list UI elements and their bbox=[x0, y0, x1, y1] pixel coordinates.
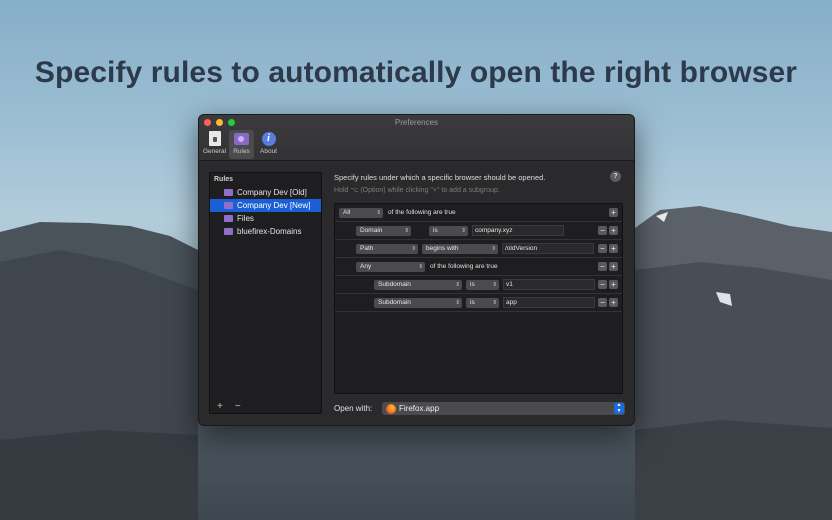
rules-icon bbox=[234, 131, 249, 146]
folder-icon bbox=[224, 215, 233, 222]
tab-rules[interactable]: Rules bbox=[229, 130, 254, 159]
sidebar-item-company-dev-new[interactable]: Company Dev [New] bbox=[210, 199, 321, 212]
row-controls: − + bbox=[598, 226, 618, 235]
remove-condition-button[interactable]: − bbox=[598, 280, 607, 289]
chevron-updown-icon: ⇕ bbox=[376, 209, 381, 216]
folder-icon bbox=[224, 189, 233, 196]
row-controls: − + bbox=[598, 298, 618, 307]
add-condition-button[interactable]: + bbox=[609, 208, 618, 217]
value-input[interactable]: /oldVersion bbox=[502, 243, 594, 254]
field-select[interactable]: Subdomain ⇕ bbox=[374, 279, 462, 290]
browser-select[interactable]: Firefox.app ▲ ▼ bbox=[382, 402, 625, 415]
tab-label: About bbox=[260, 148, 277, 155]
chevron-updown-icon: ⇕ bbox=[411, 245, 416, 252]
group-match-select[interactable]: Any ⇕ bbox=[356, 261, 425, 272]
sidebar-item-company-dev-old[interactable]: Company Dev [Old] bbox=[210, 186, 321, 199]
row-controls: + bbox=[609, 208, 618, 217]
add-condition-button[interactable]: + bbox=[609, 262, 618, 271]
tab-label: General bbox=[202, 148, 227, 155]
sidebar-item-label: bluefirex-Domains bbox=[237, 227, 302, 236]
match-suffix: of the following are true bbox=[388, 209, 456, 216]
folder-icon bbox=[224, 228, 233, 235]
rule-row-subdomain-app: Subdomain ⇕ is ⇕ app − + bbox=[335, 294, 622, 312]
description-text: Specify rules under which a specific bro… bbox=[334, 173, 546, 182]
rule-row-domain: Domain ⇕ is ⇕ company.xyz − + bbox=[335, 222, 622, 240]
chevron-updown-icon: ▲ ▼ bbox=[614, 402, 624, 414]
sidebar-footer: + − bbox=[210, 400, 321, 413]
chevron-updown-icon: ⇕ bbox=[404, 227, 409, 234]
sidebar-item-files[interactable]: Files bbox=[210, 212, 321, 225]
tab-label: Rules bbox=[233, 148, 250, 155]
remove-rule-button[interactable]: − bbox=[235, 401, 241, 412]
remove-condition-button[interactable]: − bbox=[598, 226, 607, 235]
chevron-updown-icon: ⇕ bbox=[492, 299, 497, 306]
description-hint: Hold ⌥ (Option) while clicking "+" to ad… bbox=[334, 187, 500, 194]
remove-condition-button[interactable]: − bbox=[598, 262, 607, 271]
window-title: Preferences bbox=[394, 118, 439, 127]
add-condition-button[interactable]: + bbox=[609, 280, 618, 289]
chevron-updown-icon: ⇕ bbox=[418, 263, 423, 270]
value-input[interactable]: company.xyz bbox=[472, 225, 564, 236]
value-input[interactable]: app bbox=[503, 297, 595, 308]
operator-select[interactable]: is ⇕ bbox=[429, 225, 468, 236]
headline: Specify rules to automatically open the … bbox=[34, 56, 798, 89]
rule-group-row: Any ⇕ of the following are true − + bbox=[335, 258, 622, 276]
group-match-suffix: of the following are true bbox=[430, 263, 498, 270]
match-select[interactable]: All ⇕ bbox=[339, 207, 383, 218]
general-icon bbox=[207, 131, 222, 146]
row-controls: − + bbox=[598, 280, 618, 289]
rule-row-subdomain-v1: Subdomain ⇕ is ⇕ v1 − + bbox=[335, 276, 622, 294]
sidebar-item-label: Company Dev [New] bbox=[237, 201, 311, 210]
field-select[interactable]: Domain ⇕ bbox=[356, 225, 411, 236]
preferences-toolbar: General Rules i About bbox=[202, 130, 281, 159]
operator-select[interactable]: begins with ⇕ bbox=[422, 243, 498, 254]
chevron-updown-icon: ⇕ bbox=[455, 281, 460, 288]
operator-select[interactable]: is ⇕ bbox=[466, 279, 499, 290]
rules-sidebar: Rules Company Dev [Old] Company Dev [New… bbox=[209, 172, 322, 414]
rule-root-row: All ⇕ of the following are true + bbox=[335, 204, 622, 222]
rules-description: Specify rules under which a specific bro… bbox=[334, 173, 624, 194]
add-condition-button[interactable]: + bbox=[609, 298, 618, 307]
row-controls: − + bbox=[598, 262, 618, 271]
operator-select[interactable]: is ⇕ bbox=[466, 297, 499, 308]
tab-general[interactable]: General bbox=[202, 130, 227, 159]
preferences-window: Preferences General Rules i About Rules … bbox=[198, 114, 635, 426]
row-controls: − + bbox=[598, 244, 618, 253]
sidebar-header: Rules bbox=[214, 176, 234, 183]
field-select[interactable]: Subdomain ⇕ bbox=[374, 297, 462, 308]
titlebar: Preferences General Rules i About bbox=[199, 115, 634, 161]
chevron-updown-icon: ⇕ bbox=[455, 299, 460, 306]
sidebar-item-bluefirex-domains[interactable]: bluefirex-Domains bbox=[210, 225, 321, 238]
firefox-icon bbox=[386, 403, 396, 414]
sidebar-item-label: Files bbox=[237, 214, 254, 223]
browser-name: Firefox.app bbox=[399, 404, 440, 413]
open-with-label: Open with: bbox=[334, 404, 373, 413]
value-input[interactable]: v1 bbox=[503, 279, 595, 290]
chevron-updown-icon: ⇕ bbox=[491, 245, 496, 252]
field-select[interactable]: Path ⇕ bbox=[356, 243, 418, 254]
rule-row-path: Path ⇕ begins with ⇕ /oldVersion − + bbox=[335, 240, 622, 258]
chevron-updown-icon: ⇕ bbox=[492, 281, 497, 288]
add-rule-button[interactable]: + bbox=[217, 401, 223, 412]
tab-about[interactable]: i About bbox=[256, 130, 281, 159]
add-condition-button[interactable]: + bbox=[609, 226, 618, 235]
add-condition-button[interactable]: + bbox=[609, 244, 618, 253]
help-button[interactable]: ? bbox=[610, 171, 621, 182]
info-icon: i bbox=[261, 131, 276, 146]
rule-editor: All ⇕ of the following are true + Domain ⇕… bbox=[334, 203, 623, 394]
remove-condition-button[interactable]: − bbox=[598, 244, 607, 253]
remove-condition-button[interactable]: − bbox=[598, 298, 607, 307]
sidebar-item-label: Company Dev [Old] bbox=[237, 188, 307, 197]
chevron-updown-icon: ⇕ bbox=[461, 227, 466, 234]
folder-icon bbox=[224, 202, 233, 209]
